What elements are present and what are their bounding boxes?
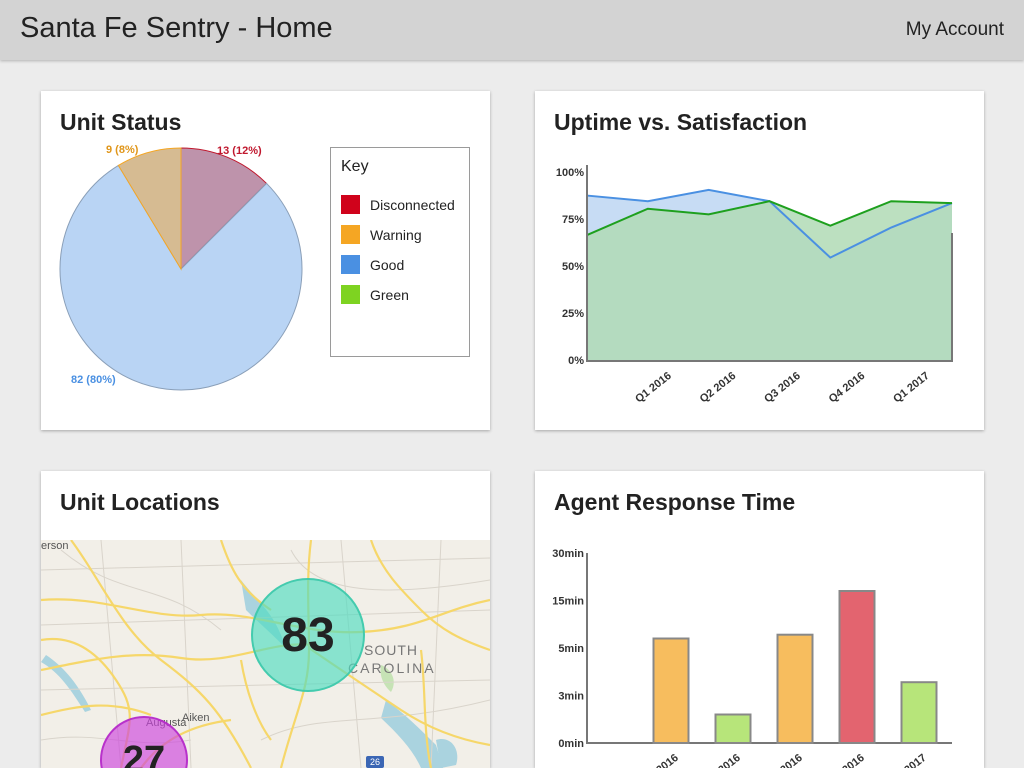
y-tick-label: 75%	[562, 214, 584, 226]
legend-label: Warning	[370, 227, 422, 243]
unit-locations-card: Unit Locations erson Aiken SOUTH CAROLIN…	[41, 471, 490, 768]
x-tick-label: Q2 2016	[702, 752, 743, 768]
pie-data-label: 9 (8%)	[106, 144, 139, 156]
top-bar: Santa Fe Sentry - Home My Account	[0, 0, 1024, 60]
y-tick-label: 3min	[558, 691, 584, 703]
legend-swatch	[341, 255, 360, 274]
legend-swatch	[341, 225, 360, 244]
interstate-shield-icon: 26	[366, 756, 384, 768]
y-tick-label: 30min	[552, 548, 584, 560]
legend-label: Green	[370, 287, 409, 303]
y-tick-label: 15min	[552, 596, 584, 608]
x-tick-label: Q1 2016	[633, 370, 674, 405]
legend-swatch	[341, 195, 360, 214]
uptime-area-chart: 0% 25% 50% 75% 100% Q1 2016 Q2 2016 Q3 2016 Q4 2…	[556, 165, 953, 405]
bar-4[interactable]	[838, 590, 876, 744]
unit-locations-map[interactable]: erson Aiken SOUTH CAROLINA 26 83 Augusta…	[41, 540, 490, 768]
map-cluster-marker[interactable]: 83	[251, 578, 365, 692]
x-tick-label: Q4 2016	[827, 370, 868, 405]
uptime-satisfaction-card: Uptime vs. Satisfaction 0% 25% 50% 75% 100% Q…	[535, 91, 984, 430]
y-tick-label: 100%	[556, 167, 584, 179]
x-tick-label: Q1 2017	[888, 752, 929, 768]
x-tick-label: Q1 2016	[640, 752, 681, 768]
legend-label: Good	[370, 257, 405, 273]
bar-1[interactable]	[652, 637, 690, 744]
unit-status-legend: Key Disconnected Warning Good Green	[330, 147, 470, 357]
bar-3[interactable]	[776, 633, 814, 744]
x-tick-label: Q1 2017	[891, 370, 932, 405]
agent-response-bar-chart: 0min 3min 5min 15min 30min Q1 2016 Q2 2016 Q3 2…	[552, 548, 952, 768]
y-tick-label: 5min	[558, 643, 584, 655]
map-label-south: SOUTH	[364, 642, 418, 658]
unit-status-card: Unit Status 13 (12%) 82 (80%) 9 (8%) Key D…	[41, 91, 490, 430]
my-account-link[interactable]: My Account	[906, 19, 1004, 41]
chart-axes	[586, 553, 952, 744]
legend-label: Disconnected	[370, 197, 455, 213]
y-tick-label: 50%	[562, 261, 584, 273]
unit-locations-title: Unit Locations	[60, 489, 220, 515]
y-tick-label: 0min	[558, 738, 584, 750]
pie-data-label: 82 (80%)	[71, 374, 116, 386]
x-tick-label: Q3 2016	[764, 752, 805, 768]
bar-2[interactable]	[714, 713, 752, 744]
legend-swatch	[341, 285, 360, 304]
y-tick-label: 25%	[562, 308, 584, 320]
x-tick-label: Q4 2016	[826, 752, 867, 768]
page-title: Santa Fe Sentry - Home	[20, 12, 333, 44]
pie-data-label: 13 (12%)	[217, 145, 262, 157]
bar-5[interactable]	[900, 681, 938, 744]
map-label-carolina: CAROLINA	[348, 660, 436, 676]
x-tick-label: Q3 2016	[762, 370, 803, 405]
map-label-erson: erson	[41, 540, 69, 552]
legend-title: Key	[341, 158, 369, 175]
x-tick-label: Q2 2016	[698, 370, 739, 405]
agent-response-card: Agent Response Time 0min 3min 5min 15min 30m…	[535, 471, 984, 768]
y-tick-label: 0%	[568, 355, 584, 367]
map-river	[41, 655, 91, 712]
